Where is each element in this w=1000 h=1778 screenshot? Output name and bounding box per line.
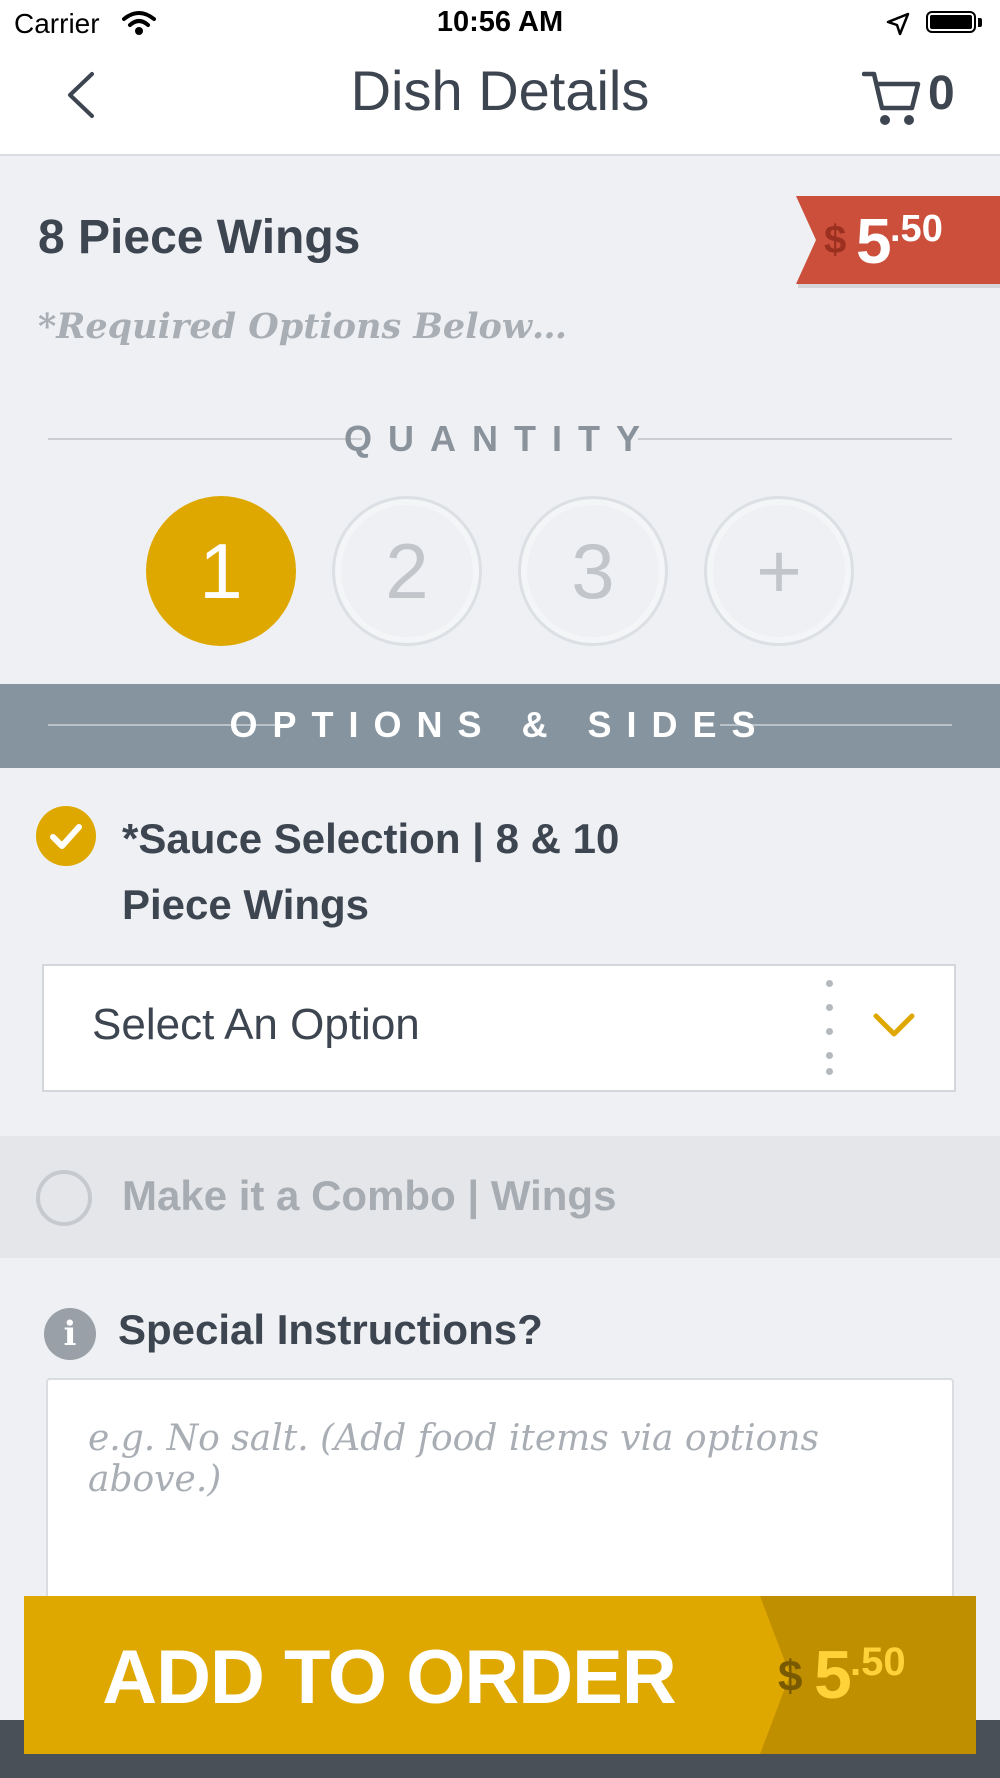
combo-radio[interactable]: [36, 1170, 92, 1226]
status-time: 10:56 AM: [436, 6, 564, 38]
options-sides-label: OPTIONS & SIDES: [229, 704, 771, 745]
required-options-note: *Required Options Below…: [38, 306, 567, 347]
cart-count[interactable]: 0: [928, 66, 955, 121]
cart-icon[interactable]: [862, 68, 922, 128]
quantity-option-more[interactable]: +: [704, 496, 854, 646]
price-tag-shadow: [798, 284, 1000, 288]
add-to-order-label[interactable]: ADD TO ORDER: [24, 1634, 754, 1721]
checkmark-icon[interactable]: [36, 806, 96, 866]
combo-option-label[interactable]: Make it a Combo | Wings: [122, 1172, 616, 1220]
battery-nub: [978, 18, 982, 27]
quantity-option-1[interactable]: 1: [146, 496, 296, 646]
sauce-selection-title: *Sauce Selection | 8 & 10 Piece Wings: [122, 815, 620, 928]
info-icon: i: [44, 1308, 96, 1360]
price-dollar-sign: $: [824, 218, 847, 262]
price-whole: 5: [856, 205, 892, 277]
divider-dot: [826, 980, 833, 987]
special-instructions-label: Special Instructions?: [118, 1306, 543, 1353]
sauce-select-value[interactable]: Select An Option: [92, 1000, 420, 1050]
add-to-order-button[interactable]: ADD TO ORDER $ 5 .50: [24, 1596, 976, 1754]
price-cents: .50: [890, 208, 943, 250]
add-button-price-cents: .50: [850, 1640, 906, 1684]
quantity-label: QUANTITY: [344, 418, 656, 459]
page-title: Dish Details: [350, 59, 650, 122]
quantity-option-3[interactable]: 3: [518, 496, 668, 646]
battery-icon: [926, 11, 976, 33]
divider-dot: [826, 1068, 833, 1075]
add-button-dollar-sign: $: [778, 1652, 803, 1701]
divider-dot: [826, 1052, 833, 1059]
location-arrow-icon: [886, 12, 910, 36]
add-button-price-whole: 5: [814, 1637, 852, 1713]
divider-dot: [826, 1028, 833, 1035]
dish-name: 8 Piece Wings: [38, 211, 361, 264]
chevron-down-icon[interactable]: [872, 1010, 916, 1040]
quantity-option-2[interactable]: 2: [332, 496, 482, 646]
divider-dot: [826, 1004, 833, 1011]
